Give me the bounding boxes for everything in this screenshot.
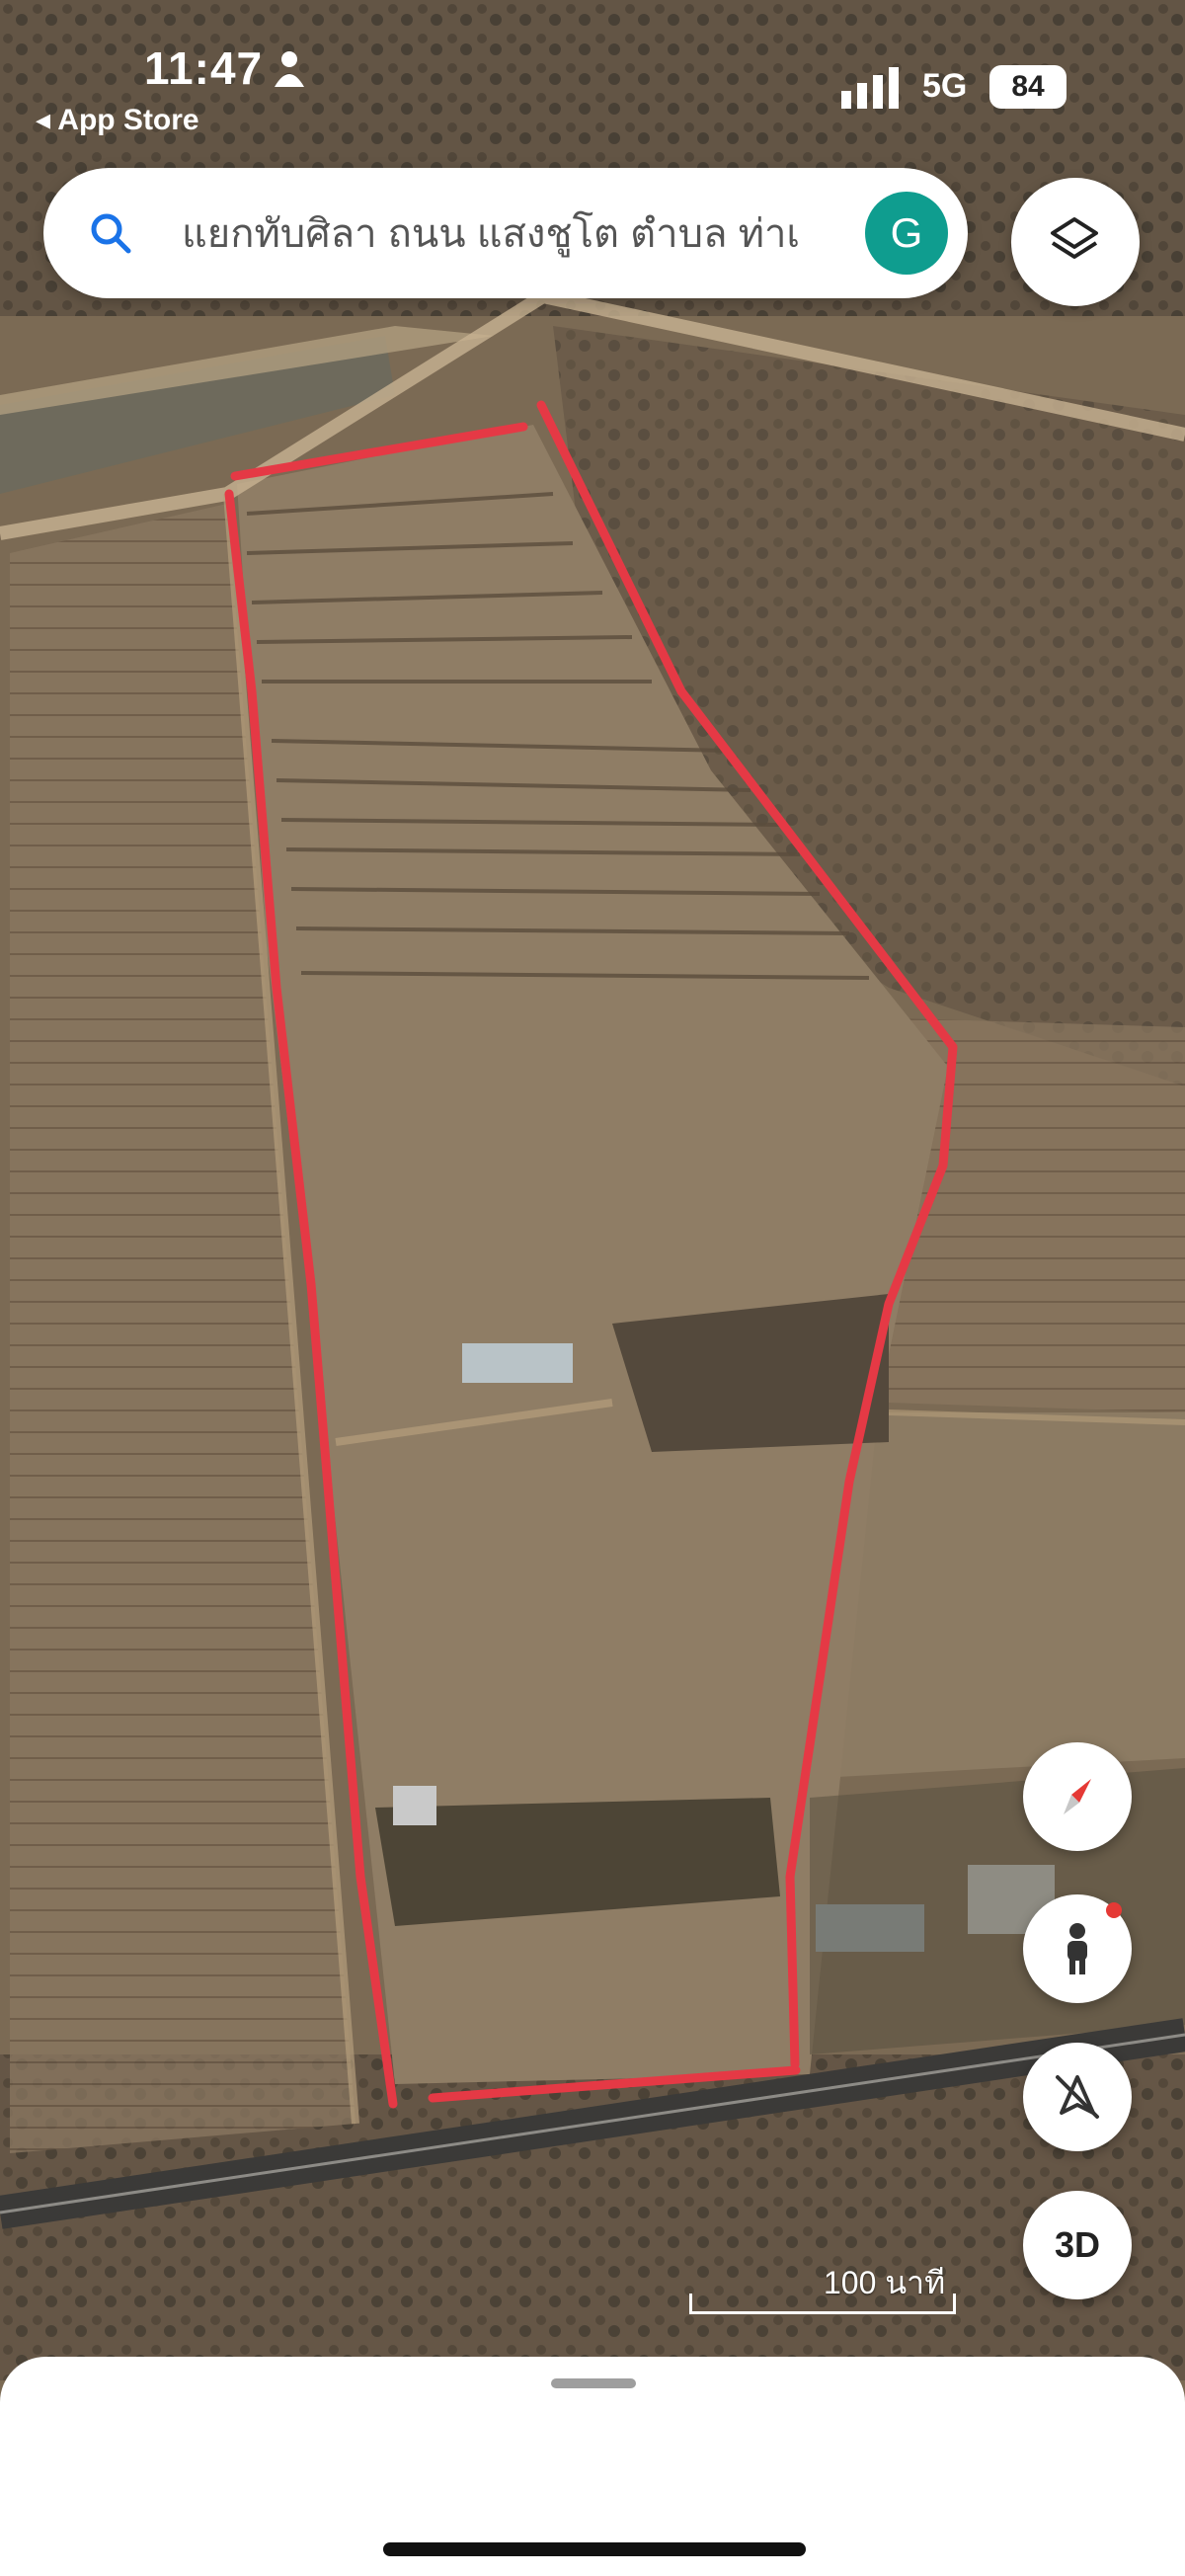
satellite-map[interactable] [0,0,1185,2576]
my-location-button[interactable] [1023,2043,1132,2151]
search-icon [91,213,131,254]
compass-icon [1064,1779,1091,1814]
layers-button[interactable] [1011,178,1140,306]
notification-dot [1106,1902,1122,1918]
3d-toggle-button[interactable]: 3D [1023,2191,1132,2299]
battery-indicator: 84 [989,65,1066,109]
street-view-button[interactable] [1023,1894,1132,2003]
home-indicator [383,2542,806,2556]
person-icon [275,51,304,87]
status-time: 11:47 [144,42,264,94]
scale-bar [689,2294,956,2314]
account-avatar[interactable]: G [865,192,948,275]
back-to-app-store[interactable]: ◂ App Store [36,103,199,137]
pegman-icon [1067,1923,1087,1974]
search-query[interactable]: แยกทับศิลา ถนน แสงชูโต ตำบล ท่าเ [182,209,873,259]
network-type: 5G [922,67,968,105]
compass-button[interactable] [1023,1742,1132,1851]
signal-icon [841,67,899,109]
sheet-drag-handle[interactable] [551,2378,636,2388]
bottom-sheet[interactable] [0,2357,1185,2576]
location-off-icon [1056,2075,1099,2119]
search-bar[interactable]: แยกทับศิลา ถนน แสงชูโต ตำบล ท่าเ G [43,168,968,298]
layers-icon [1051,217,1098,259]
